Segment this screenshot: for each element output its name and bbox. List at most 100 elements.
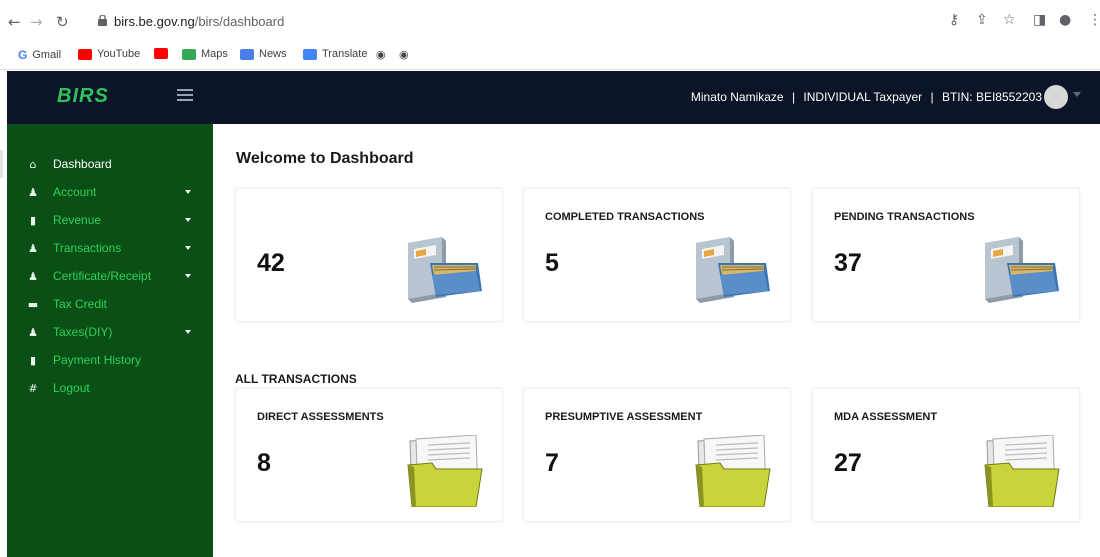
card-label: PENDING TRANSACTIONS [834, 211, 975, 223]
home-icon: ⌂ [29, 157, 37, 171]
logo-area: BIRS [7, 71, 213, 124]
user-type: INDIVIDUAL Taxpayer [803, 90, 923, 104]
globe-icon[interactable]: ◉ [399, 48, 409, 61]
sidebar-item-tax-credit[interactable]: ▬ Tax Credit [7, 290, 213, 318]
card-label: MDA ASSESSMENT [834, 411, 938, 423]
sidebar-item-label: Tax Credit [53, 297, 108, 311]
caret-down-icon [185, 190, 191, 194]
user-info: Minato Namikaze | INDIVIDUAL Taxpayer | … [691, 90, 1042, 104]
birs-logo[interactable]: BIRS [57, 85, 109, 108]
card-value: 42 [257, 249, 285, 277]
direct-assessments-card[interactable]: DIRECT ASSESSMENTS 8 [235, 388, 503, 522]
translate-icon [303, 48, 317, 60]
url-path: /birs/dashboard [194, 14, 285, 29]
maps-icon [182, 48, 196, 60]
google-icon: G [18, 48, 28, 62]
bookmark-translate[interactable]: Translate [303, 48, 367, 60]
caret-down-icon [185, 330, 191, 334]
comment-icon: ▬ [27, 297, 39, 311]
total-transactions-card[interactable]: 42 [235, 188, 503, 322]
news-icon [240, 48, 254, 60]
lock-icon [98, 15, 107, 26]
sidebar-item-account[interactable]: ♟ Account [7, 178, 213, 206]
card-value: 8 [257, 449, 271, 477]
globe-icon[interactable]: ◉ [376, 48, 386, 61]
bookmark-youtube-2[interactable] [154, 48, 168, 59]
hash-icon: # [28, 381, 38, 395]
reload-icon[interactable]: ↻ [56, 13, 69, 31]
pending-transactions-card[interactable]: PENDING TRANSACTIONS 37 [812, 188, 1080, 322]
key-icon[interactable]: ⚷ [949, 12, 959, 28]
user-icon: ♟ [28, 241, 38, 255]
share-icon[interactable]: ⇪ [976, 12, 988, 28]
card-value: 7 [545, 449, 559, 477]
bookmark-label: Maps [201, 48, 228, 60]
active-indicator [0, 150, 3, 178]
browser-address-bar: ← → ↻ birs.be.gov.ng/birs/dashboard ⚷ ⇪ … [0, 0, 1100, 44]
bookmarks-bar: G Gmail YouTube Maps News Translate ◉ ◉ [0, 44, 1100, 70]
card-label: PRESUMPTIVE ASSESSMENT [545, 411, 703, 423]
caret-down-icon [185, 246, 191, 250]
sidebar-item-payment-history[interactable]: ▮ Payment History [7, 346, 213, 374]
folder-icon [695, 435, 771, 507]
card-value: 5 [545, 249, 559, 277]
url-host: birs.be.gov.ng [114, 14, 195, 29]
user-icon: ♟ [28, 325, 38, 339]
filing-cabinet-icon [696, 237, 770, 303]
presumptive-assessment-card[interactable]: PRESUMPTIVE ASSESSMENT 7 [523, 388, 791, 522]
sidebar-item-label: Account [53, 185, 97, 199]
sidebar-item-label: Taxes(DIY) [53, 325, 113, 339]
sidebar-item-certificate-receipt[interactable]: ♟ Certificate/Receipt [7, 262, 213, 290]
sidebar: ⌂ Dashboard ♟ Account ▮ Revenue ♟ Transa… [0, 124, 213, 557]
side-panel-icon[interactable]: ◨ [1033, 12, 1046, 28]
sidebar-item-label: Revenue [53, 213, 102, 227]
card-label: DIRECT ASSESSMENTS [257, 411, 384, 423]
card-value: 37 [834, 249, 862, 277]
menu-icon[interactable]: ⋮ [1088, 12, 1100, 28]
filing-cabinet-icon [408, 237, 482, 303]
hamburger-menu-icon[interactable] [177, 89, 193, 102]
youtube-icon [154, 48, 168, 59]
sidebar-item-transactions[interactable]: ♟ Transactions [7, 234, 213, 262]
sidebar-item-label: Dashboard [53, 157, 112, 171]
card-value: 27 [834, 449, 862, 477]
sidebar-item-revenue[interactable]: ▮ Revenue [7, 206, 213, 234]
caret-down-icon [185, 274, 191, 278]
folder-icon [407, 435, 483, 507]
separator: | [930, 90, 934, 104]
app-header: BIRS Minato Namikaze | INDIVIDUAL Taxpay… [7, 71, 1100, 124]
profile-icon[interactable]: ● [1059, 12, 1071, 28]
mda-assessment-card[interactable]: MDA ASSESSMENT 27 [812, 388, 1080, 522]
bookmark-news[interactable]: News [240, 48, 287, 60]
user-icon: ♟ [28, 269, 38, 283]
caret-down-icon [185, 218, 191, 222]
sidebar-item-dashboard[interactable]: ⌂ Dashboard [0, 150, 213, 178]
chevron-down-icon[interactable] [1073, 92, 1081, 97]
completed-transactions-card[interactable]: COMPLETED TRANSACTIONS 5 [523, 188, 791, 322]
back-icon[interactable]: ← [8, 13, 21, 31]
page-title: Welcome to Dashboard [236, 150, 414, 167]
sidebar-item-label: Logout [53, 381, 90, 395]
sidebar-item-logout[interactable]: # Logout [7, 374, 213, 402]
url-field[interactable]: birs.be.gov.ng/birs/dashboard [114, 14, 284, 29]
sidebar-item-label: Payment History [53, 353, 142, 367]
forward-icon[interactable]: → [30, 13, 43, 31]
star-icon[interactable]: ☆ [1003, 12, 1016, 28]
btin-number: BTIN: BEI8552203 [941, 90, 1042, 104]
bookmark-label: Translate [322, 48, 368, 60]
all-transactions-heading: ALL TRANSACTIONS [235, 372, 357, 386]
bookmark-maps[interactable]: Maps [182, 48, 228, 60]
filing-cabinet-icon [985, 237, 1059, 303]
user-name: Minato Namikaze [690, 90, 784, 104]
main-content: Welcome to Dashboard 42 COMPLETED TRANSA… [213, 124, 1100, 557]
bookmark-label: News [259, 48, 287, 60]
file-icon: ▮ [29, 213, 37, 227]
youtube-icon [78, 48, 92, 60]
bookmark-gmail[interactable]: G Gmail [18, 48, 61, 62]
avatar[interactable]: ○ [1044, 85, 1068, 109]
folder-icon [984, 435, 1060, 507]
bookmark-youtube[interactable]: YouTube [78, 48, 140, 60]
sidebar-item-taxes-diy[interactable]: ♟ Taxes(DIY) [7, 318, 213, 346]
user-icon: ♟ [28, 185, 38, 199]
bookmark-label: Gmail [32, 49, 62, 61]
